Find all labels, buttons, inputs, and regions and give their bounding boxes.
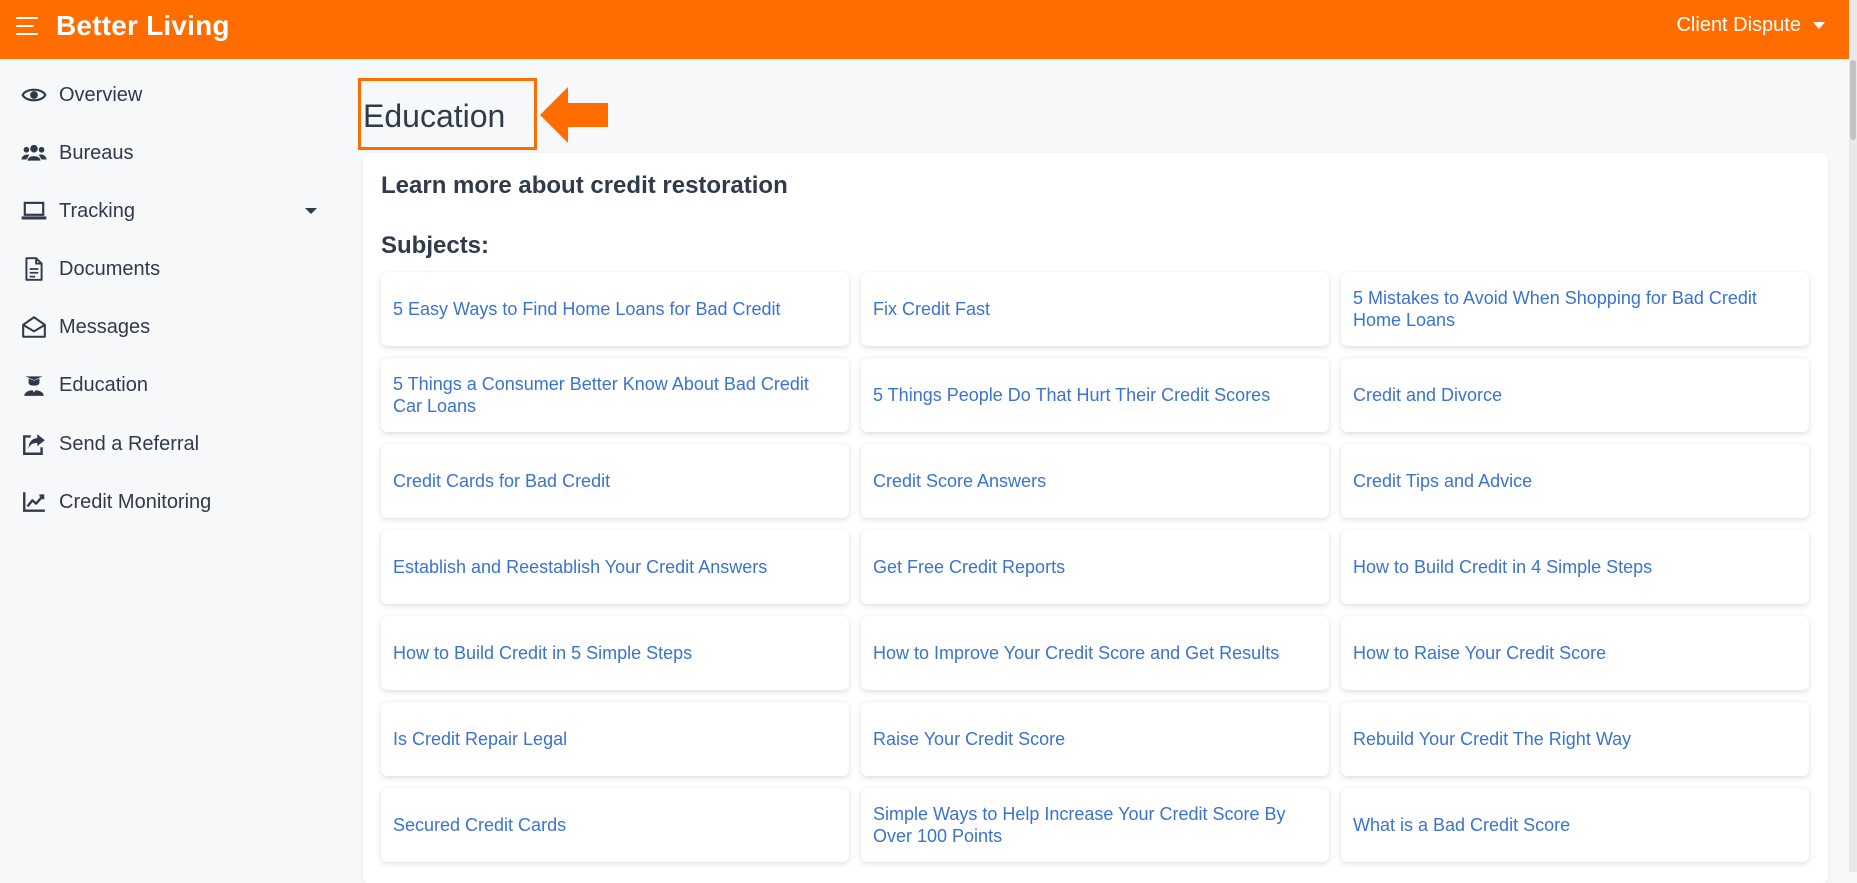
sidebar-item-education[interactable]: Education <box>20 365 325 405</box>
sidebar: Overview Bureaus Tracking Documents Mess… <box>0 59 340 872</box>
user-menu-label: Client Dispute <box>1676 14 1801 36</box>
subject-link[interactable]: How to Build Credit in 4 Simple Steps <box>1341 530 1809 604</box>
sidebar-item-documents[interactable]: Documents <box>20 249 325 289</box>
brand-title[interactable]: Better Living <box>56 10 230 42</box>
user-menu-dropdown[interactable]: Client Dispute <box>1676 14 1825 37</box>
share-icon <box>20 430 48 458</box>
sidebar-item-label: Overview <box>59 83 143 106</box>
subject-link[interactable]: How to Raise Your Credit Score <box>1341 616 1809 690</box>
subject-link[interactable]: Credit Cards for Bad Credit <box>381 444 849 518</box>
subject-link[interactable]: Establish and Reestablish Your Credit An… <box>381 530 849 604</box>
sidebar-item-label: Education <box>59 373 148 396</box>
scrollbar-thumb[interactable] <box>1850 60 1856 140</box>
subject-link[interactable]: 5 Things a Consumer Better Know About Ba… <box>381 358 849 432</box>
subject-link[interactable]: 5 Things People Do That Hurt Their Credi… <box>861 358 1329 432</box>
sidebar-item-credit-monitoring[interactable]: Credit Monitoring <box>20 482 325 522</box>
subject-link[interactable]: Rebuild Your Credit The Right Way <box>1341 702 1809 776</box>
chevron-down-icon[interactable] <box>305 208 317 214</box>
sidebar-item-send-referral[interactable]: Send a Referral <box>20 424 325 464</box>
sidebar-item-label: Bureaus <box>59 141 134 164</box>
sidebar-item-overview[interactable]: Overview <box>20 75 325 115</box>
eye-icon <box>20 81 48 109</box>
sidebar-item-label: Send a Referral <box>59 432 200 455</box>
subject-link[interactable]: How to Improve Your Credit Score and Get… <box>861 616 1329 690</box>
subject-link[interactable]: Credit and Divorce <box>1341 358 1809 432</box>
laptop-icon <box>20 197 48 225</box>
sidebar-item-tracking[interactable]: Tracking <box>20 191 325 231</box>
subject-link[interactable]: What is a Bad Credit Score <box>1341 788 1809 862</box>
envelope-open-icon <box>20 313 48 341</box>
subject-link[interactable]: 5 Easy Ways to Find Home Loans for Bad C… <box>381 272 849 346</box>
hamburger-menu-icon[interactable] <box>16 17 38 37</box>
sidebar-item-label: Documents <box>59 257 161 280</box>
caret-down-icon <box>1813 22 1825 29</box>
subject-link[interactable]: Secured Credit Cards <box>381 788 849 862</box>
subject-link[interactable]: Fix Credit Fast <box>861 272 1329 346</box>
subject-link[interactable]: Credit Tips and Advice <box>1341 444 1809 518</box>
sidebar-item-label: Credit Monitoring <box>59 490 212 513</box>
arrow-left-icon <box>540 87 608 143</box>
sidebar-item-label: Messages <box>59 315 151 338</box>
scrollbar[interactable] <box>1849 0 1857 872</box>
subject-link[interactable]: Is Credit Repair Legal <box>381 702 849 776</box>
graduate-icon <box>20 371 48 399</box>
users-icon <box>20 139 48 167</box>
subject-link[interactable]: Simple Ways to Help Increase Your Credit… <box>861 788 1329 862</box>
subject-link[interactable]: Get Free Credit Reports <box>861 530 1329 604</box>
top-navbar: Better Living Client Dispute <box>0 0 1857 59</box>
subject-link[interactable]: 5 Mistakes to Avoid When Shopping for Ba… <box>1341 272 1809 346</box>
sidebar-item-bureaus[interactable]: Bureaus <box>20 133 325 173</box>
card-title: Learn more about credit restoration <box>381 172 788 199</box>
sidebar-item-label: Tracking <box>59 199 135 222</box>
subject-link[interactable]: Raise Your Credit Score <box>861 702 1329 776</box>
subjects-heading: Subjects: <box>381 232 490 259</box>
subject-link[interactable]: Credit Score Answers <box>861 444 1329 518</box>
subject-link[interactable]: How to Build Credit in 5 Simple Steps <box>381 616 849 690</box>
chart-line-icon <box>20 488 48 516</box>
page-title: Education <box>363 98 506 134</box>
sidebar-item-messages[interactable]: Messages <box>20 307 325 347</box>
document-icon <box>20 255 48 283</box>
subjects-grid: 5 Easy Ways to Find Home Loans for Bad C… <box>381 272 1811 862</box>
